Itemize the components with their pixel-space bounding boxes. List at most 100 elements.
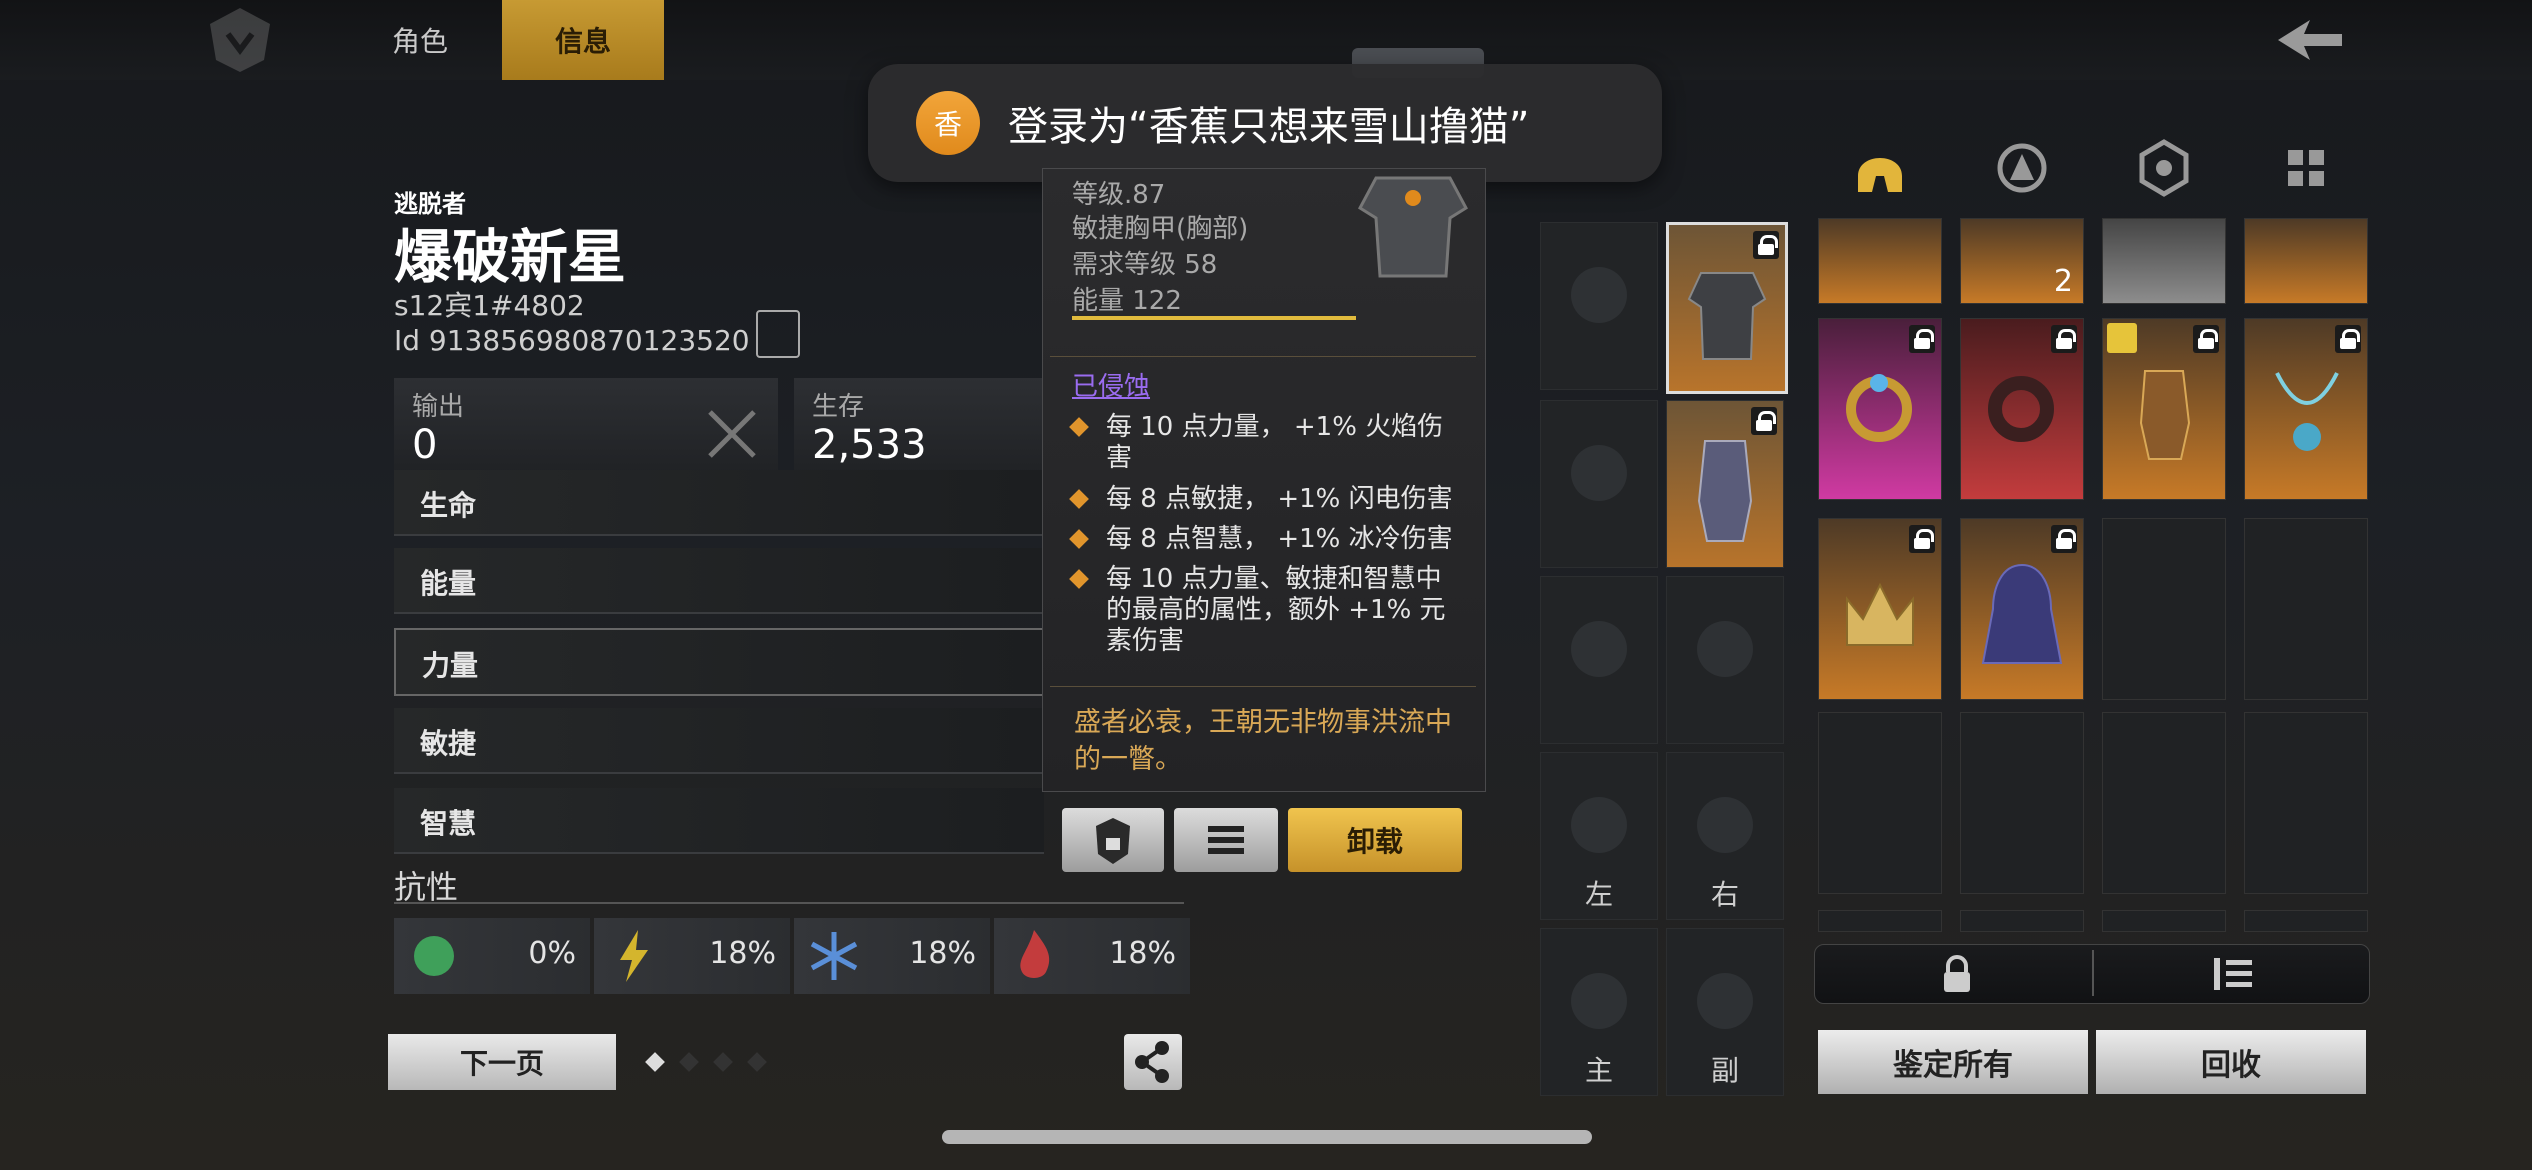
inventory-empty-slot[interactable] <box>1960 910 2084 932</box>
inventory-ring-item[interactable] <box>1818 318 1942 500</box>
inventory-empty-slot[interactable] <box>2244 518 2368 700</box>
shield-placeholder-icon <box>1697 973 1753 1029</box>
slot-caption: 右 <box>1710 878 1739 911</box>
slot-off-hand[interactable]: 副 <box>1666 928 1784 1096</box>
survival-stat-card: 生存 2,533 <box>794 378 1044 482</box>
slot-caption: 左 <box>1584 878 1613 911</box>
inventory-cloak-item[interactable] <box>1960 518 2084 700</box>
copy-icon[interactable] <box>756 310 800 358</box>
recycle-button[interactable]: 回收 <box>2096 1030 2366 1094</box>
slot-chest-equipped[interactable] <box>1666 222 1788 394</box>
belt-placeholder-icon <box>1571 621 1627 677</box>
inventory-gauntlet-item[interactable] <box>2102 318 2226 500</box>
swords-icon <box>708 410 756 458</box>
identify-all-button[interactable]: 鉴定所有 <box>1818 1030 2088 1094</box>
slot-cape[interactable] <box>1540 400 1658 568</box>
inventory-empty-slot[interactable] <box>1818 712 1942 894</box>
unequip-button[interactable]: 卸载 <box>1288 808 1462 872</box>
corrupted-link[interactable]: 已侵蚀 <box>1072 366 1150 403</box>
page-dot-active[interactable] <box>645 1052 665 1072</box>
attr-wisdom[interactable]: 智慧 <box>394 788 1044 854</box>
helmet-placeholder-icon <box>1571 267 1627 323</box>
inventory-item[interactable] <box>2102 218 2226 304</box>
survival-label: 生存 <box>812 392 865 422</box>
character-server: s12宾1#4802 <box>394 289 585 322</box>
inventory-empty-slot[interactable] <box>2244 712 2368 894</box>
menu-icon[interactable] <box>1174 808 1278 872</box>
resist-erosion[interactable]: 0% <box>394 918 590 994</box>
chest-armor-icon <box>1687 272 1767 360</box>
page-dot[interactable] <box>679 1052 699 1072</box>
inventory-crown-item[interactable] <box>1818 518 1942 700</box>
slot-helmet[interactable] <box>1540 222 1658 390</box>
inventory-empty-slot[interactable] <box>1960 712 2084 894</box>
attr-strength[interactable]: 力量 <box>394 628 1048 696</box>
inventory-empty-slot[interactable] <box>2102 712 2226 894</box>
resist-value: 0% <box>528 936 576 971</box>
corrupted-icon <box>2107 323 2137 353</box>
resist-cold[interactable]: 18% <box>794 918 990 994</box>
lock-icon <box>2051 325 2077 353</box>
lock-icon <box>1753 231 1779 259</box>
erosion-icon <box>402 924 466 988</box>
inventory-bracelet-item[interactable] <box>1960 318 2084 500</box>
attr-life[interactable]: 生命 <box>394 470 1044 536</box>
grid-category-icon[interactable] <box>2274 136 2338 200</box>
resist-lightning[interactable]: 18% <box>594 918 790 994</box>
affix-line: 每 8 点智慧， +1% 冰冷伤害 <box>1069 524 1462 555</box>
tab-role[interactable]: 角色 <box>360 0 480 80</box>
inventory-empty-slot[interactable] <box>2102 910 2226 932</box>
slot-belt[interactable] <box>1540 576 1658 744</box>
inventory-empty-slot[interactable] <box>2102 518 2226 700</box>
output-stat-card: 输出 0 <box>394 378 778 482</box>
divider <box>1050 686 1476 687</box>
lock-icon <box>1751 407 1777 435</box>
inventory-item[interactable]: 2 <box>1960 218 2084 304</box>
slot-ring-left[interactable]: 左 <box>1540 752 1658 920</box>
page-dot[interactable] <box>747 1052 767 1072</box>
sword-placeholder-icon <box>1571 973 1627 1029</box>
lock-filter-icon[interactable] <box>1938 954 1976 998</box>
character-name: 爆破新星 <box>394 223 627 291</box>
page-dot[interactable] <box>713 1052 733 1072</box>
ring-placeholder-icon <box>1571 797 1627 853</box>
affix-text: 每 10 点力量， +1% 火焰伤害 <box>1106 412 1444 473</box>
lock-icon <box>2051 525 2077 553</box>
resist-fire[interactable]: 18% <box>994 918 1190 994</box>
inventory-empty-slot[interactable] <box>1818 910 1942 932</box>
attr-label: 敏捷 <box>420 727 477 760</box>
sort-icon[interactable] <box>2210 954 2258 998</box>
lock-icon <box>2193 325 2219 353</box>
slot-gloves-equipped[interactable] <box>1666 400 1784 568</box>
next-page-button[interactable]: 下一页 <box>388 1034 616 1090</box>
helmet-category-icon[interactable] <box>1848 136 1912 200</box>
lock-icon <box>1909 325 1935 353</box>
gauntlet-icon <box>1697 440 1753 542</box>
inventory-item[interactable] <box>1818 218 1942 304</box>
flame-icon <box>1002 924 1066 988</box>
inventory-item[interactable] <box>2244 218 2368 304</box>
lightning-icon <box>602 924 666 988</box>
slot-ring-right[interactable]: 右 <box>1666 752 1784 920</box>
skill-category-icon[interactable] <box>1990 136 2054 200</box>
attr-label: 能量 <box>420 567 477 600</box>
resist-value: 18% <box>909 936 976 971</box>
flavor-text: 盛者必衰，王朝无非物事洪流中的一瞥。 <box>1074 707 1452 775</box>
slot-boots[interactable] <box>1666 576 1784 744</box>
slot-main-hand[interactable]: 主 <box>1540 928 1658 1096</box>
share-icon[interactable] <box>1124 1034 1182 1090</box>
back-arrow-icon[interactable] <box>2270 12 2350 68</box>
home-indicator[interactable] <box>942 1130 1592 1144</box>
attr-energy[interactable]: 能量 <box>394 548 1044 614</box>
item-req-level: 需求等级 58 <box>1072 250 1218 280</box>
attr-agility[interactable]: 敏捷 <box>394 708 1044 774</box>
hex-star-category-icon[interactable] <box>2132 136 2196 200</box>
inventory-necklace-item[interactable] <box>2244 318 2368 500</box>
resist-value: 18% <box>709 936 776 971</box>
affix-line: 每 10 点力量、敏捷和智慧中的最高的属性，额外 +1% 元素伤害 <box>1069 564 1462 657</box>
inventory-empty-slot[interactable] <box>2244 910 2368 932</box>
tab-info[interactable]: 信息 <box>502 0 664 80</box>
lock-item-button[interactable] <box>1062 808 1164 872</box>
divider <box>1050 356 1476 357</box>
item-type: 敏捷胸甲(胸部) <box>1072 214 1249 244</box>
